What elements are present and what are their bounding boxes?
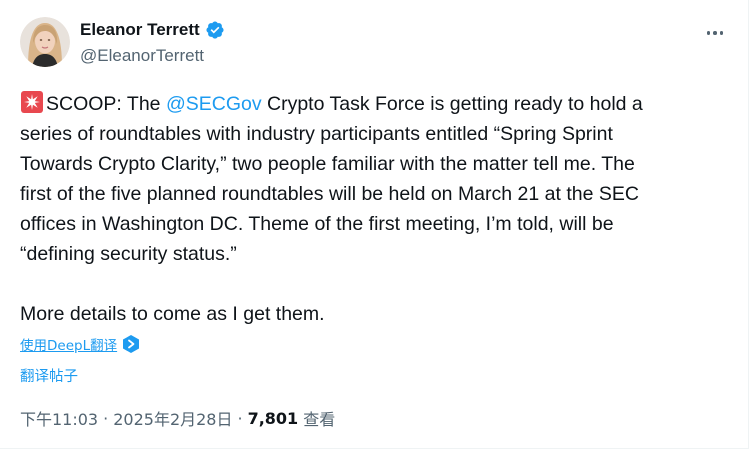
separator: ·	[237, 408, 243, 428]
tweet-prefix: SCOOP: The	[46, 93, 166, 115]
tweet-line-3: Towards Crypto Clarity,” two people fami…	[20, 153, 635, 175]
separator: ·	[103, 408, 109, 428]
tweet-line-7: More details to come as I get them.	[20, 303, 325, 325]
deepl-translate-link[interactable]: 使用DeepL翻译	[20, 334, 117, 354]
author-names: Eleanor Terrett @EleanorTerrett	[80, 19, 225, 67]
avatar[interactable]	[20, 17, 70, 67]
siren-icon	[20, 90, 44, 114]
verified-badge-icon[interactable]	[205, 20, 225, 40]
tweet-line-1-rest: Crypto Task Force is getting ready to ho…	[261, 93, 643, 115]
more-options-icon[interactable]	[698, 23, 732, 43]
post-date[interactable]: 2025年2月28日	[113, 406, 232, 430]
more-dot	[706, 31, 711, 35]
tweet-line-2: series of roundtables with industry part…	[20, 123, 613, 145]
tweet-line-1: SCOOP: The @SECGov Crypto Task Force is …	[20, 89, 732, 119]
more-dot	[713, 31, 717, 35]
tweet-card: Eleanor Terrett @EleanorTerrett SCOOP: T…	[0, 0, 749, 449]
tweet-header: Eleanor Terrett @EleanorTerrett	[20, 17, 732, 71]
views-label: 查看	[303, 410, 336, 429]
post-time[interactable]: 下午11:03	[20, 406, 98, 430]
deepl-icon[interactable]	[123, 335, 140, 353]
author-handle[interactable]: @EleanorTerrett	[80, 45, 225, 67]
tweet-meta: 下午11:03 · 2025年2月28日 · 7,801 查看	[20, 406, 335, 430]
author-display-name[interactable]: Eleanor Terrett	[80, 19, 200, 41]
tweet-line-4: first of the five planned roundtables wi…	[20, 183, 639, 205]
tweet-text: SCOOP: The @SECGov Crypto Task Force is …	[20, 89, 732, 329]
tweet-line-5: offices in Washington DC. Theme of the f…	[20, 213, 614, 235]
mention-link[interactable]: @SECGov	[166, 93, 262, 115]
translate-post-link[interactable]: 翻译帖子	[20, 365, 78, 386]
deepl-translate-row: 使用DeepL翻译	[20, 334, 140, 354]
more-dot	[719, 31, 724, 35]
tweet-line-6: “defining security status.”	[20, 243, 237, 265]
views-count: 7,801	[247, 408, 299, 428]
